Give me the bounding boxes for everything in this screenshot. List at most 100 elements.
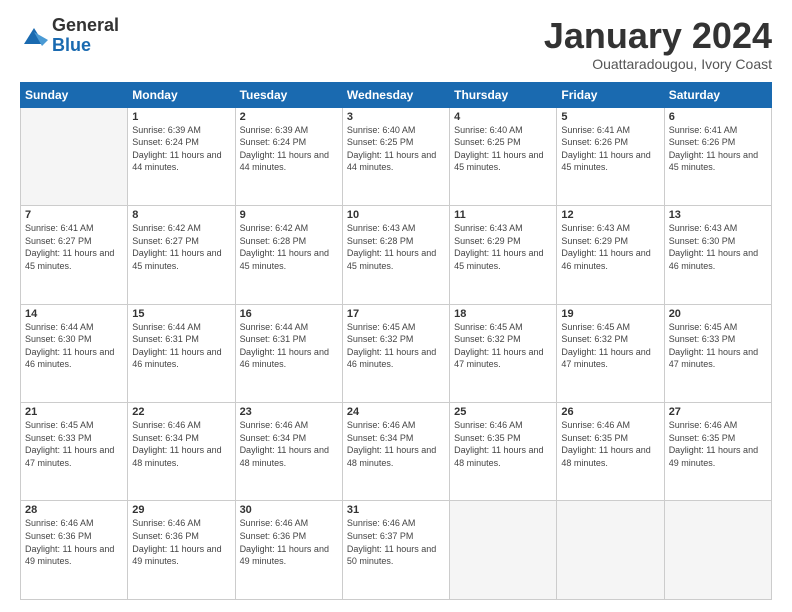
day-info: Sunrise: 6:46 AMSunset: 6:35 PMDaylight:… xyxy=(669,419,767,469)
weekday-header-friday: Friday xyxy=(557,82,664,107)
calendar-day-cell: 4Sunrise: 6:40 AMSunset: 6:25 PMDaylight… xyxy=(450,107,557,205)
day-info: Sunrise: 6:43 AMSunset: 6:29 PMDaylight:… xyxy=(454,222,552,272)
calendar-day-cell: 31Sunrise: 6:46 AMSunset: 6:37 PMDayligh… xyxy=(342,501,449,600)
page: General Blue January 2024 Ouattaradougou… xyxy=(0,0,792,612)
day-info: Sunrise: 6:43 AMSunset: 6:28 PMDaylight:… xyxy=(347,222,445,272)
day-number: 10 xyxy=(347,209,445,221)
calendar-day-cell: 2Sunrise: 6:39 AMSunset: 6:24 PMDaylight… xyxy=(235,107,342,205)
calendar-day-cell: 15Sunrise: 6:44 AMSunset: 6:31 PMDayligh… xyxy=(128,304,235,402)
day-info: Sunrise: 6:42 AMSunset: 6:27 PMDaylight:… xyxy=(132,222,230,272)
day-info: Sunrise: 6:39 AMSunset: 6:24 PMDaylight:… xyxy=(240,124,338,174)
day-number: 28 xyxy=(25,504,123,516)
day-number: 19 xyxy=(561,308,659,320)
calendar-table: SundayMondayTuesdayWednesdayThursdayFrid… xyxy=(20,82,772,600)
day-number: 6 xyxy=(669,111,767,123)
day-number: 30 xyxy=(240,504,338,516)
title-block: January 2024 Ouattaradougou, Ivory Coast xyxy=(544,16,772,72)
calendar-day-cell: 26Sunrise: 6:46 AMSunset: 6:35 PMDayligh… xyxy=(557,403,664,501)
day-info: Sunrise: 6:44 AMSunset: 6:31 PMDaylight:… xyxy=(132,321,230,371)
calendar-day-cell: 22Sunrise: 6:46 AMSunset: 6:34 PMDayligh… xyxy=(128,403,235,501)
day-info: Sunrise: 6:46 AMSunset: 6:34 PMDaylight:… xyxy=(347,419,445,469)
day-info: Sunrise: 6:46 AMSunset: 6:34 PMDaylight:… xyxy=(240,419,338,469)
day-info: Sunrise: 6:45 AMSunset: 6:32 PMDaylight:… xyxy=(561,321,659,371)
calendar-day-cell: 8Sunrise: 6:42 AMSunset: 6:27 PMDaylight… xyxy=(128,206,235,304)
logo-general-text: General xyxy=(52,16,119,36)
day-info: Sunrise: 6:46 AMSunset: 6:36 PMDaylight:… xyxy=(240,517,338,567)
day-info: Sunrise: 6:46 AMSunset: 6:36 PMDaylight:… xyxy=(25,517,123,567)
location-subtitle: Ouattaradougou, Ivory Coast xyxy=(544,56,772,72)
calendar-week-row: 7Sunrise: 6:41 AMSunset: 6:27 PMDaylight… xyxy=(21,206,772,304)
day-info: Sunrise: 6:46 AMSunset: 6:37 PMDaylight:… xyxy=(347,517,445,567)
day-info: Sunrise: 6:43 AMSunset: 6:30 PMDaylight:… xyxy=(669,222,767,272)
calendar-day-cell: 7Sunrise: 6:41 AMSunset: 6:27 PMDaylight… xyxy=(21,206,128,304)
header: General Blue January 2024 Ouattaradougou… xyxy=(20,16,772,72)
calendar-day-cell: 28Sunrise: 6:46 AMSunset: 6:36 PMDayligh… xyxy=(21,501,128,600)
day-number: 4 xyxy=(454,111,552,123)
weekday-header-thursday: Thursday xyxy=(450,82,557,107)
day-number: 23 xyxy=(240,406,338,418)
day-info: Sunrise: 6:45 AMSunset: 6:32 PMDaylight:… xyxy=(347,321,445,371)
day-number: 21 xyxy=(25,406,123,418)
calendar-week-row: 1 Sunrise: 6:39 AMSunset: 6:24 PMDaylight… xyxy=(21,107,772,205)
calendar-day-cell: 5Sunrise: 6:41 AMSunset: 6:26 PMDaylight… xyxy=(557,107,664,205)
calendar-day-cell: 1Sunrise: 6:39 AMSunset: 6:24 PMDaylight… xyxy=(128,107,235,205)
calendar-day-cell: 11Sunrise: 6:43 AMSunset: 6:29 PMDayligh… xyxy=(450,206,557,304)
day-info: Sunrise: 6:45 AMSunset: 6:32 PMDaylight:… xyxy=(454,321,552,371)
day-number: 31 xyxy=(347,504,445,516)
day-info: Sunrise: 6:45 AMSunset: 6:33 PMDaylight:… xyxy=(669,321,767,371)
day-number: 25 xyxy=(454,406,552,418)
day-number: 27 xyxy=(669,406,767,418)
day-number: 11 xyxy=(454,209,552,221)
calendar-day-cell: 10Sunrise: 6:43 AMSunset: 6:28 PMDayligh… xyxy=(342,206,449,304)
day-info: Sunrise: 6:46 AMSunset: 6:35 PMDaylight:… xyxy=(454,419,552,469)
calendar-week-row: 14Sunrise: 6:44 AMSunset: 6:30 PMDayligh… xyxy=(21,304,772,402)
day-number: 7 xyxy=(25,209,123,221)
weekday-header-saturday: Saturday xyxy=(664,82,771,107)
day-info: Sunrise: 6:46 AMSunset: 6:36 PMDaylight:… xyxy=(132,517,230,567)
month-title: January 2024 xyxy=(544,16,772,56)
calendar-day-cell xyxy=(664,501,771,600)
calendar-day-cell: 30Sunrise: 6:46 AMSunset: 6:36 PMDayligh… xyxy=(235,501,342,600)
logo-blue-text: Blue xyxy=(52,36,119,56)
day-info: Sunrise: 6:40 AMSunset: 6:25 PMDaylight:… xyxy=(347,124,445,174)
day-number: 29 xyxy=(132,504,230,516)
day-info: Sunrise: 6:40 AMSunset: 6:25 PMDaylight:… xyxy=(454,124,552,174)
calendar-day-cell: 17Sunrise: 6:45 AMSunset: 6:32 PMDayligh… xyxy=(342,304,449,402)
logo-icon xyxy=(20,22,48,50)
calendar-day-cell: 13Sunrise: 6:43 AMSunset: 6:30 PMDayligh… xyxy=(664,206,771,304)
calendar-day-cell: 24Sunrise: 6:46 AMSunset: 6:34 PMDayligh… xyxy=(342,403,449,501)
day-info: Sunrise: 6:44 AMSunset: 6:30 PMDaylight:… xyxy=(25,321,123,371)
calendar-day-cell xyxy=(21,107,128,205)
day-number: 18 xyxy=(454,308,552,320)
weekday-header-sunday: Sunday xyxy=(21,82,128,107)
weekday-header-wednesday: Wednesday xyxy=(342,82,449,107)
day-number: 13 xyxy=(669,209,767,221)
logo: General Blue xyxy=(20,16,119,56)
day-number: 2 xyxy=(240,111,338,123)
day-number: 12 xyxy=(561,209,659,221)
day-info: Sunrise: 6:45 AMSunset: 6:33 PMDaylight:… xyxy=(25,419,123,469)
calendar-day-cell: 6Sunrise: 6:41 AMSunset: 6:26 PMDaylight… xyxy=(664,107,771,205)
day-info: Sunrise: 6:46 AMSunset: 6:34 PMDaylight:… xyxy=(132,419,230,469)
weekday-header-monday: Monday xyxy=(128,82,235,107)
day-info: Sunrise: 6:41 AMSunset: 6:27 PMDaylight:… xyxy=(25,222,123,272)
calendar-day-cell xyxy=(557,501,664,600)
day-number: 20 xyxy=(669,308,767,320)
day-number: 24 xyxy=(347,406,445,418)
calendar-week-row: 21Sunrise: 6:45 AMSunset: 6:33 PMDayligh… xyxy=(21,403,772,501)
calendar-day-cell: 23Sunrise: 6:46 AMSunset: 6:34 PMDayligh… xyxy=(235,403,342,501)
day-info: Sunrise: 6:46 AMSunset: 6:35 PMDaylight:… xyxy=(561,419,659,469)
calendar-day-cell: 18Sunrise: 6:45 AMSunset: 6:32 PMDayligh… xyxy=(450,304,557,402)
logo-text: General Blue xyxy=(52,16,119,56)
day-number: 15 xyxy=(132,308,230,320)
calendar-day-cell: 27Sunrise: 6:46 AMSunset: 6:35 PMDayligh… xyxy=(664,403,771,501)
calendar-day-cell: 25Sunrise: 6:46 AMSunset: 6:35 PMDayligh… xyxy=(450,403,557,501)
day-number: 3 xyxy=(347,111,445,123)
day-number: 1 xyxy=(132,111,230,123)
calendar-day-cell xyxy=(450,501,557,600)
day-number: 9 xyxy=(240,209,338,221)
day-info: Sunrise: 6:42 AMSunset: 6:28 PMDaylight:… xyxy=(240,222,338,272)
calendar-day-cell: 29Sunrise: 6:46 AMSunset: 6:36 PMDayligh… xyxy=(128,501,235,600)
day-info: Sunrise: 6:44 AMSunset: 6:31 PMDaylight:… xyxy=(240,321,338,371)
calendar-day-cell: 21Sunrise: 6:45 AMSunset: 6:33 PMDayligh… xyxy=(21,403,128,501)
